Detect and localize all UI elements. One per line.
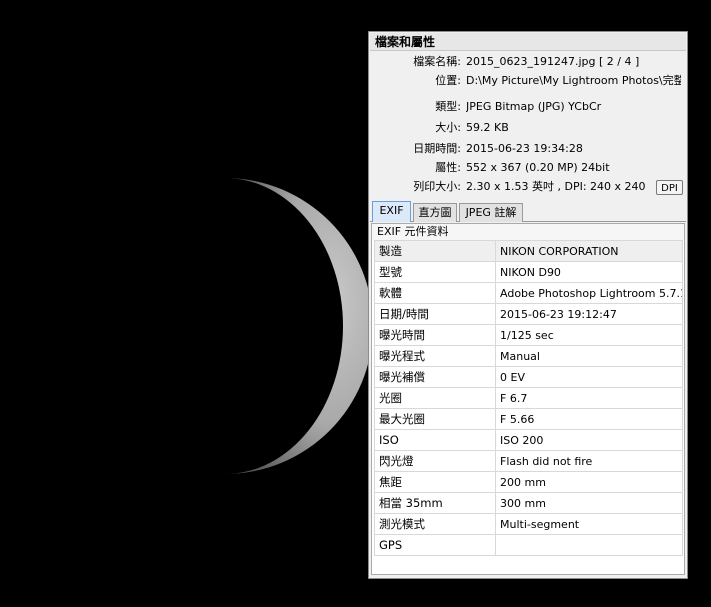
exif-value (495, 534, 683, 556)
exif-key: 日期/時間 (374, 303, 496, 325)
prop-size: 大小: 59.2 KB (369, 119, 687, 137)
exif-value: Flash did not fire (495, 450, 683, 472)
exif-title: EXIF 元件資料 (372, 224, 684, 240)
prop-label: 列印大小: (413, 180, 461, 193)
prop-label: 類型: (435, 100, 461, 113)
image-viewer-stage: 檔案和屬性 檔案名稱: 2015_0623_191247.jpg [ 2 / 4… (0, 0, 711, 607)
exif-row[interactable]: 軟體Adobe Photoshop Lightroom 5.7.1 (W (374, 282, 683, 304)
exif-key: 閃光燈 (374, 450, 496, 472)
exif-key: 型號 (374, 261, 496, 283)
exif-key: 最大光圈 (374, 408, 496, 430)
panel-title: 檔案和屬性 (370, 33, 686, 51)
prop-label: 檔案名稱: (413, 55, 461, 68)
prop-label: 位置: (435, 74, 461, 87)
exif-key: 測光模式 (374, 513, 496, 535)
prop-attributes: 屬性: 552 x 367 (0.20 MP) 24bit (369, 159, 687, 177)
exif-row[interactable]: 測光模式 Multi-segment (374, 513, 683, 535)
tab-jpeg-comment[interactable]: JPEG 註解 (459, 203, 523, 222)
exif-key: 曝光時間 (374, 324, 496, 346)
exif-row[interactable]: 曝光時間 1/125 sec (374, 324, 683, 346)
prop-value: 2015_0623_191247.jpg [ 2 / 4 ] (466, 55, 640, 68)
prop-value: 2015-06-23 19:34:28 (466, 142, 583, 155)
exif-value: Manual (495, 345, 683, 367)
exif-row[interactable]: 焦距 200 mm (374, 471, 683, 493)
exif-panel: EXIF 元件資料 製造 NIKON CORPORATION 型號 NIKON D90… (371, 223, 685, 575)
exif-key: 光圈 (374, 387, 496, 409)
prop-value: 2.30 x 1.53 英吋 , DPI: 240 x 240 (466, 180, 646, 193)
exif-key: 曝光程式 (374, 345, 496, 367)
exif-row[interactable]: 製造 NIKON CORPORATION (374, 240, 683, 262)
exif-value: 200 mm (495, 471, 683, 493)
exif-value: Multi-segment (495, 513, 683, 535)
prop-location: 位置: D:\My Picture\My Lightroom Photos\完整… (369, 72, 687, 90)
exif-row[interactable]: 最大光圈 F 5.66 (374, 408, 683, 430)
exif-value: 0 EV (495, 366, 683, 388)
exif-key: 製造 (374, 240, 496, 262)
prop-filename: 檔案名稱: 2015_0623_191247.jpg [ 2 / 4 ] (369, 53, 687, 71)
prop-value: D:\My Picture\My Lightroom Photos\完整JPG\ (466, 74, 681, 87)
exif-value: 1/125 sec (495, 324, 683, 346)
exif-value: ISO 200 (495, 429, 683, 451)
exif-key: GPS (374, 534, 496, 556)
exif-key: 軟體 (374, 282, 496, 304)
prop-value: 59.2 KB (466, 121, 509, 134)
exif-row[interactable]: 閃光燈 Flash did not fire (374, 450, 683, 472)
prop-label: 屬性: (435, 161, 461, 174)
prop-label: 日期時間: (413, 142, 461, 155)
exif-row[interactable]: 光圈 F 6.7 (374, 387, 683, 409)
exif-row[interactable]: 型號 NIKON D90 (374, 261, 683, 283)
prop-value: 552 x 367 (0.20 MP) 24bit (466, 161, 610, 174)
file-properties-panel: 檔案和屬性 檔案名稱: 2015_0623_191247.jpg [ 2 / 4… (368, 31, 688, 579)
tab-histogram[interactable]: 直方圖 (413, 203, 457, 222)
exif-value: 300 mm (495, 492, 683, 514)
exif-key: 焦距 (374, 471, 496, 493)
exif-key: 相當 35mm (374, 492, 496, 514)
prop-datetime: 日期時間: 2015-06-23 19:34:28 (369, 140, 687, 158)
exif-row[interactable]: 曝光補償 0 EV (374, 366, 683, 388)
exif-row[interactable]: GPS (374, 534, 683, 556)
exif-table: 製造 NIKON CORPORATION 型號 NIKON D90 軟體 Adobe Ph… (374, 240, 683, 556)
prop-type: 類型: JPEG Bitmap (JPG) YCbCr (369, 98, 687, 116)
prop-label: 大小: (435, 121, 461, 134)
exif-row[interactable]: 相當 35mm 300 mm (374, 492, 683, 514)
exif-value: F 6.7 (495, 387, 683, 409)
exif-key: ISO (374, 429, 496, 451)
tab-strip: EXIF 直方圖 JPEG 註解 (370, 201, 686, 222)
exif-value: 2015-06-23 19:12:47 (495, 303, 683, 325)
exif-value: F 5.66 (495, 408, 683, 430)
prop-print-size: 列印大小: 2.30 x 1.53 英吋 , DPI: 240 x 240 (369, 178, 687, 196)
exif-value: Adobe Photoshop Lightroom 5.7.1 (W (495, 282, 683, 304)
exif-row[interactable]: ISO ISO 200 (374, 429, 683, 451)
exif-row[interactable]: 日期/時間 2015-06-23 19:12:47 (374, 303, 683, 325)
exif-value: NIKON CORPORATION (495, 240, 683, 262)
prop-value: JPEG Bitmap (JPG) YCbCr (466, 100, 602, 113)
exif-key: 曝光補償 (374, 366, 496, 388)
dpi-button[interactable]: DPI (656, 180, 683, 195)
exif-row[interactable]: 曝光程式 Manual (374, 345, 683, 367)
exif-value: NIKON D90 (495, 261, 683, 283)
tab-exif[interactable]: EXIF (372, 201, 411, 222)
